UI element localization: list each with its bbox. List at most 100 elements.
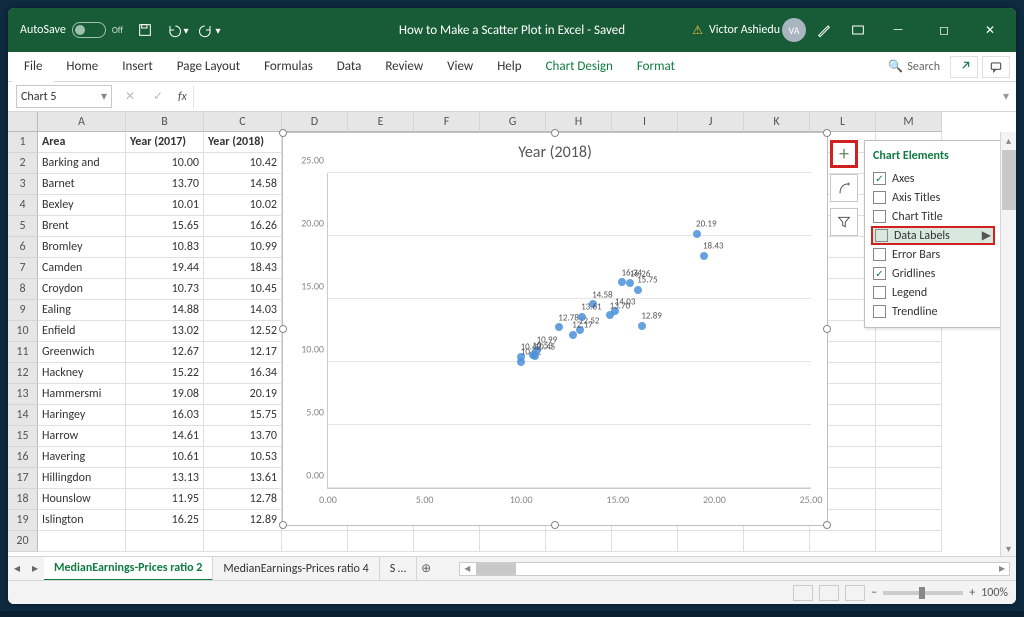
sheet-nav-prev[interactable]: ◂: [8, 561, 26, 576]
cell[interactable]: 13.61: [204, 468, 282, 489]
column-header-I[interactable]: I: [612, 112, 678, 132]
cell[interactable]: Croydon: [38, 279, 126, 300]
checkbox[interactable]: ✓: [873, 172, 886, 185]
cell[interactable]: 10.61: [126, 447, 204, 468]
checkbox[interactable]: [873, 305, 886, 318]
cell[interactable]: Brent: [38, 216, 126, 237]
column-header-M[interactable]: M: [876, 112, 942, 132]
chart-element-option[interactable]: Chart Title: [871, 207, 995, 226]
checkbox[interactable]: [873, 248, 886, 261]
cell[interactable]: Bromley: [38, 237, 126, 258]
cell[interactable]: 15.75: [204, 405, 282, 426]
cell[interactable]: 13.70: [126, 174, 204, 195]
cell[interactable]: 15.65: [126, 216, 204, 237]
sheet-tab-active[interactable]: MedianEarnings-Prices ratio 2: [44, 557, 213, 581]
row-header[interactable]: 6: [8, 237, 38, 258]
tab-home[interactable]: Home: [54, 52, 110, 82]
column-header-K[interactable]: K: [744, 112, 810, 132]
undo-icon[interactable]: ▾: [163, 16, 191, 44]
cell[interactable]: Greenwich: [38, 342, 126, 363]
cell[interactable]: 20.19: [204, 384, 282, 405]
cell[interactable]: 12.52: [204, 321, 282, 342]
comments-button[interactable]: [982, 56, 1010, 78]
ribbon-mode-icon[interactable]: [844, 16, 872, 44]
data-point[interactable]: [638, 322, 646, 330]
cell[interactable]: 12.78: [204, 489, 282, 510]
cell[interactable]: Year (2017): [126, 132, 204, 153]
horizontal-scrollbar[interactable]: ◂▸: [459, 562, 1010, 576]
chart-elements-button[interactable]: +: [830, 140, 858, 168]
tab-formulas[interactable]: Formulas: [252, 52, 325, 82]
row-header[interactable]: 5: [8, 216, 38, 237]
zoom-slider[interactable]: [883, 591, 963, 595]
data-point[interactable]: [693, 230, 701, 238]
formula-expand-icon[interactable]: ▾: [996, 89, 1016, 104]
cell[interactable]: 14.03: [204, 300, 282, 321]
chart-title[interactable]: Year (2018): [283, 133, 827, 166]
column-header-F[interactable]: F: [414, 112, 480, 132]
cell[interactable]: 11.95: [126, 489, 204, 510]
row-header[interactable]: 17: [8, 468, 38, 489]
formula-input[interactable]: [193, 85, 996, 109]
submenu-arrow-icon[interactable]: ▶: [982, 228, 991, 243]
tab-insert[interactable]: Insert: [110, 52, 165, 82]
cell[interactable]: Barnet: [38, 174, 126, 195]
chevron-down-icon[interactable]: ▾: [101, 89, 107, 104]
data-point[interactable]: [618, 278, 626, 286]
zoom-in-button[interactable]: +: [969, 586, 975, 600]
cell[interactable]: 12.89: [204, 510, 282, 531]
cell[interactable]: 16.25: [126, 510, 204, 531]
data-point[interactable]: [700, 252, 708, 260]
redo-icon[interactable]: ▾: [195, 16, 223, 44]
cell[interactable]: 10.83: [126, 237, 204, 258]
cell[interactable]: 10.00: [126, 153, 204, 174]
share-button[interactable]: [950, 56, 978, 78]
cell[interactable]: Area: [38, 132, 126, 153]
row-header[interactable]: 7: [8, 258, 38, 279]
row-header[interactable]: 9: [8, 300, 38, 321]
row-header[interactable]: 4: [8, 195, 38, 216]
column-header-D[interactable]: D: [282, 112, 348, 132]
chart-element-option[interactable]: Error Bars: [871, 245, 995, 264]
tell-me-search[interactable]: 🔍 Search: [880, 59, 948, 74]
tab-chart-design[interactable]: Chart Design: [534, 52, 625, 82]
cell[interactable]: 12.67: [126, 342, 204, 363]
cell[interactable]: 14.88: [126, 300, 204, 321]
cell[interactable]: Ealing: [38, 300, 126, 321]
column-header-C[interactable]: C: [204, 112, 282, 132]
cell[interactable]: 16.03: [126, 405, 204, 426]
cell[interactable]: 19.44: [126, 258, 204, 279]
cell[interactable]: Bexley: [38, 195, 126, 216]
column-headers[interactable]: ABCDEFGHIJKLM: [8, 112, 942, 132]
worksheet-grid[interactable]: ABCDEFGHIJKLM 12345678910111213141516171…: [8, 112, 1016, 556]
cell[interactable]: 19.08: [126, 384, 204, 405]
tab-help[interactable]: Help: [485, 52, 533, 82]
chart-element-option[interactable]: Legend: [871, 283, 995, 302]
data-point[interactable]: [569, 331, 577, 339]
cell[interactable]: 10.99: [204, 237, 282, 258]
cell[interactable]: 10.42: [204, 153, 282, 174]
tab-view[interactable]: View: [435, 52, 485, 82]
tab-file[interactable]: File: [12, 52, 54, 82]
tab-data[interactable]: Data: [325, 52, 374, 82]
row-header[interactable]: 14: [8, 405, 38, 426]
drawing-icon[interactable]: [810, 16, 838, 44]
save-icon[interactable]: [131, 16, 159, 44]
row-header[interactable]: 3: [8, 174, 38, 195]
cell[interactable]: 16.34: [204, 363, 282, 384]
chart-filters-button[interactable]: [830, 208, 858, 236]
fx-icon[interactable]: fx: [178, 90, 187, 104]
cell[interactable]: Harrow: [38, 426, 126, 447]
user-name[interactable]: Victor Ashiedu: [709, 23, 780, 37]
data-point[interactable]: [634, 286, 642, 294]
checkbox[interactable]: ✓: [873, 267, 886, 280]
cell[interactable]: Enfield: [38, 321, 126, 342]
data-point[interactable]: [517, 358, 525, 366]
cell[interactable]: Hackney: [38, 363, 126, 384]
row-header[interactable]: 15: [8, 426, 38, 447]
cell[interactable]: 10.53: [204, 447, 282, 468]
page-break-view-button[interactable]: [845, 585, 865, 601]
avatar[interactable]: VA: [782, 18, 806, 42]
close-button[interactable]: ✕: [968, 14, 1012, 46]
cell[interactable]: Islington: [38, 510, 126, 531]
